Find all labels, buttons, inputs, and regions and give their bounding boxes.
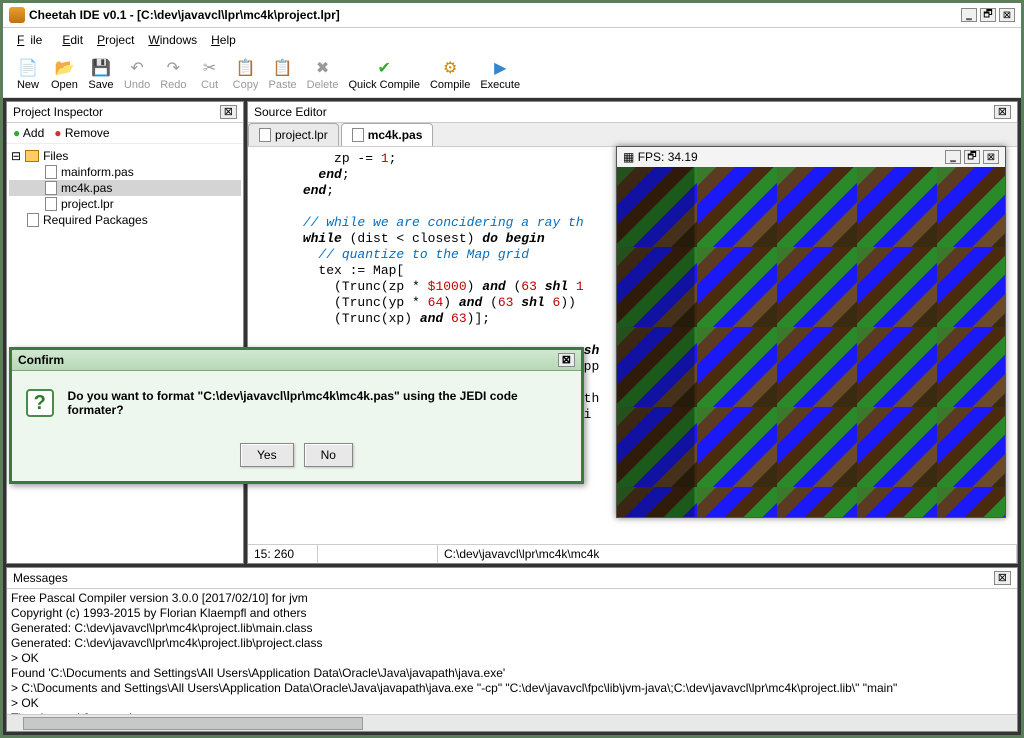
paste-icon: 📋 xyxy=(273,58,293,78)
no-button[interactable]: No xyxy=(304,443,353,467)
redo-button[interactable]: ↷Redo xyxy=(156,56,190,93)
quickcompile-button[interactable]: ✔Quick Compile xyxy=(344,56,424,93)
horizontal-scrollbar[interactable] xyxy=(7,714,1017,731)
redo-icon: ↷ xyxy=(163,58,183,78)
inspector-title: Project Inspector xyxy=(13,105,103,119)
maximize-icon[interactable]: 🗗 xyxy=(980,8,996,22)
minimize-icon[interactable]: ‗ xyxy=(945,150,961,164)
remove-button[interactable]: Remove xyxy=(54,126,109,140)
tab-mc4k-pas[interactable]: mc4k.pas xyxy=(341,123,434,146)
confirm-dialog: Confirm ⊠ ? Do you want to format "C:\dev… xyxy=(9,347,584,484)
undo-button[interactable]: ↶Undo xyxy=(120,56,154,93)
cursor-position: 15: 260 xyxy=(248,545,318,563)
project-inspector-panel: Project Inspector ⊠ Add Remove ⊟ Files ma… xyxy=(6,101,244,564)
titlebar: Cheetah IDE v0.1 - [C:\dev\javavcl\lpr\m… xyxy=(3,3,1021,28)
messages-output[interactable]: Free Pascal Compiler version 3.0.0 [2017… xyxy=(7,589,1017,714)
tab-project-lpr[interactable]: project.lpr xyxy=(248,123,339,146)
messages-title: Messages xyxy=(13,571,68,585)
window-icon: ▦ xyxy=(623,150,634,164)
open-button[interactable]: 📂Open xyxy=(47,56,82,93)
fps-label: FPS: 34.19 xyxy=(638,150,698,164)
folder-icon xyxy=(25,150,39,162)
close-icon[interactable]: ⊠ xyxy=(983,150,999,164)
delete-button[interactable]: ✖Delete xyxy=(303,56,343,93)
tree-file[interactable]: project.lpr xyxy=(9,196,241,212)
messages-panel: Messages ⊠ Free Pascal Compiler version 3… xyxy=(6,567,1018,732)
message-line: Copyright (c) 1993-2015 by Florian Klaem… xyxy=(11,606,1013,621)
app-icon xyxy=(9,7,25,23)
tree-file[interactable]: mainform.pas xyxy=(9,164,241,180)
cut-button[interactable]: ✂Cut xyxy=(193,56,227,93)
save-icon: 💾 xyxy=(91,58,111,78)
copy-button[interactable]: 📋Copy xyxy=(229,56,263,93)
message-line: Free Pascal Compiler version 3.0.0 [2017… xyxy=(11,591,1013,606)
menu-help[interactable]: Help xyxy=(205,31,242,49)
play-icon: ▶ xyxy=(490,58,510,78)
open-icon: 📂 xyxy=(54,58,74,78)
game-viewport[interactable] xyxy=(617,167,1005,517)
maximize-icon[interactable]: 🗗 xyxy=(964,150,980,164)
toolbar: 📄New 📂Open 💾Save ↶Undo ↷Redo ✂Cut 📋Copy … xyxy=(3,52,1021,98)
editor-statusbar: 15: 260 C:\dev\javavcl\lpr\mc4k\mc4k xyxy=(248,544,1017,563)
paste-button[interactable]: 📋Paste xyxy=(265,56,301,93)
editor-title: Source Editor xyxy=(254,105,327,119)
add-button[interactable]: Add xyxy=(13,126,44,140)
message-line: Generated: C:\dev\javavcl\lpr\mc4k\proje… xyxy=(11,621,1013,636)
menu-windows[interactable]: Windows xyxy=(142,31,203,49)
compile-button[interactable]: ⚙Compile xyxy=(426,56,474,93)
menu-edit[interactable]: Edit xyxy=(56,31,89,49)
dialog-message: Do you want to format "C:\dev\javavcl\lp… xyxy=(68,389,567,417)
check-icon: ✔ xyxy=(374,58,394,78)
tree-file[interactable]: mc4k.pas xyxy=(9,180,241,196)
tree-required-packages[interactable]: Required Packages xyxy=(9,212,241,228)
file-icon xyxy=(45,197,57,211)
message-line: Found 'C:\Documents and Settings\All Use… xyxy=(11,666,1013,681)
undo-icon: ↶ xyxy=(127,58,147,78)
file-icon xyxy=(27,213,39,227)
panel-close-icon[interactable]: ⊠ xyxy=(220,105,237,119)
tree-folder-files[interactable]: ⊟ Files xyxy=(9,148,241,164)
panel-close-icon[interactable]: ⊠ xyxy=(994,105,1011,119)
project-tree: ⊟ Files mainform.pas mc4k.pas project.lp… xyxy=(7,144,243,232)
game-window[interactable]: ▦ FPS: 34.19 ‗ 🗗 ⊠ xyxy=(616,146,1006,518)
dialog-close-icon[interactable]: ⊠ xyxy=(558,353,575,367)
copy-icon: 📋 xyxy=(236,58,256,78)
yes-button[interactable]: Yes xyxy=(240,443,294,467)
new-icon: 📄 xyxy=(18,58,38,78)
message-line: > OK xyxy=(11,651,1013,666)
file-path: C:\dev\javavcl\lpr\mc4k\mc4k xyxy=(438,545,1017,563)
menu-project[interactable]: Project xyxy=(91,31,140,49)
execute-button[interactable]: ▶Execute xyxy=(476,56,524,93)
file-icon xyxy=(45,165,57,179)
message-line: > C:\Documents and Settings\All Users\Ap… xyxy=(11,681,1013,696)
new-button[interactable]: 📄New xyxy=(11,56,45,93)
minimize-icon[interactable]: ‗ xyxy=(961,8,977,22)
message-line: Generated: C:\dev\javavcl\lpr\mc4k\proje… xyxy=(11,636,1013,651)
menubar: File Edit Project Windows Help xyxy=(3,28,1021,52)
close-icon[interactable]: ⊠ xyxy=(999,8,1015,22)
question-icon: ? xyxy=(26,389,54,417)
file-icon xyxy=(45,181,57,195)
compile-icon: ⚙ xyxy=(440,58,460,78)
file-icon xyxy=(352,128,364,142)
cut-icon: ✂ xyxy=(200,58,220,78)
delete-icon: ✖ xyxy=(313,58,333,78)
file-icon xyxy=(259,128,271,142)
save-button[interactable]: 💾Save xyxy=(84,56,118,93)
message-line: > OK xyxy=(11,696,1013,711)
panel-close-icon[interactable]: ⊠ xyxy=(994,571,1011,585)
app-title: Cheetah IDE v0.1 - [C:\dev\javavcl\lpr\m… xyxy=(29,8,961,22)
menu-file[interactable]: File xyxy=(11,31,54,49)
dialog-title: Confirm xyxy=(18,353,64,367)
